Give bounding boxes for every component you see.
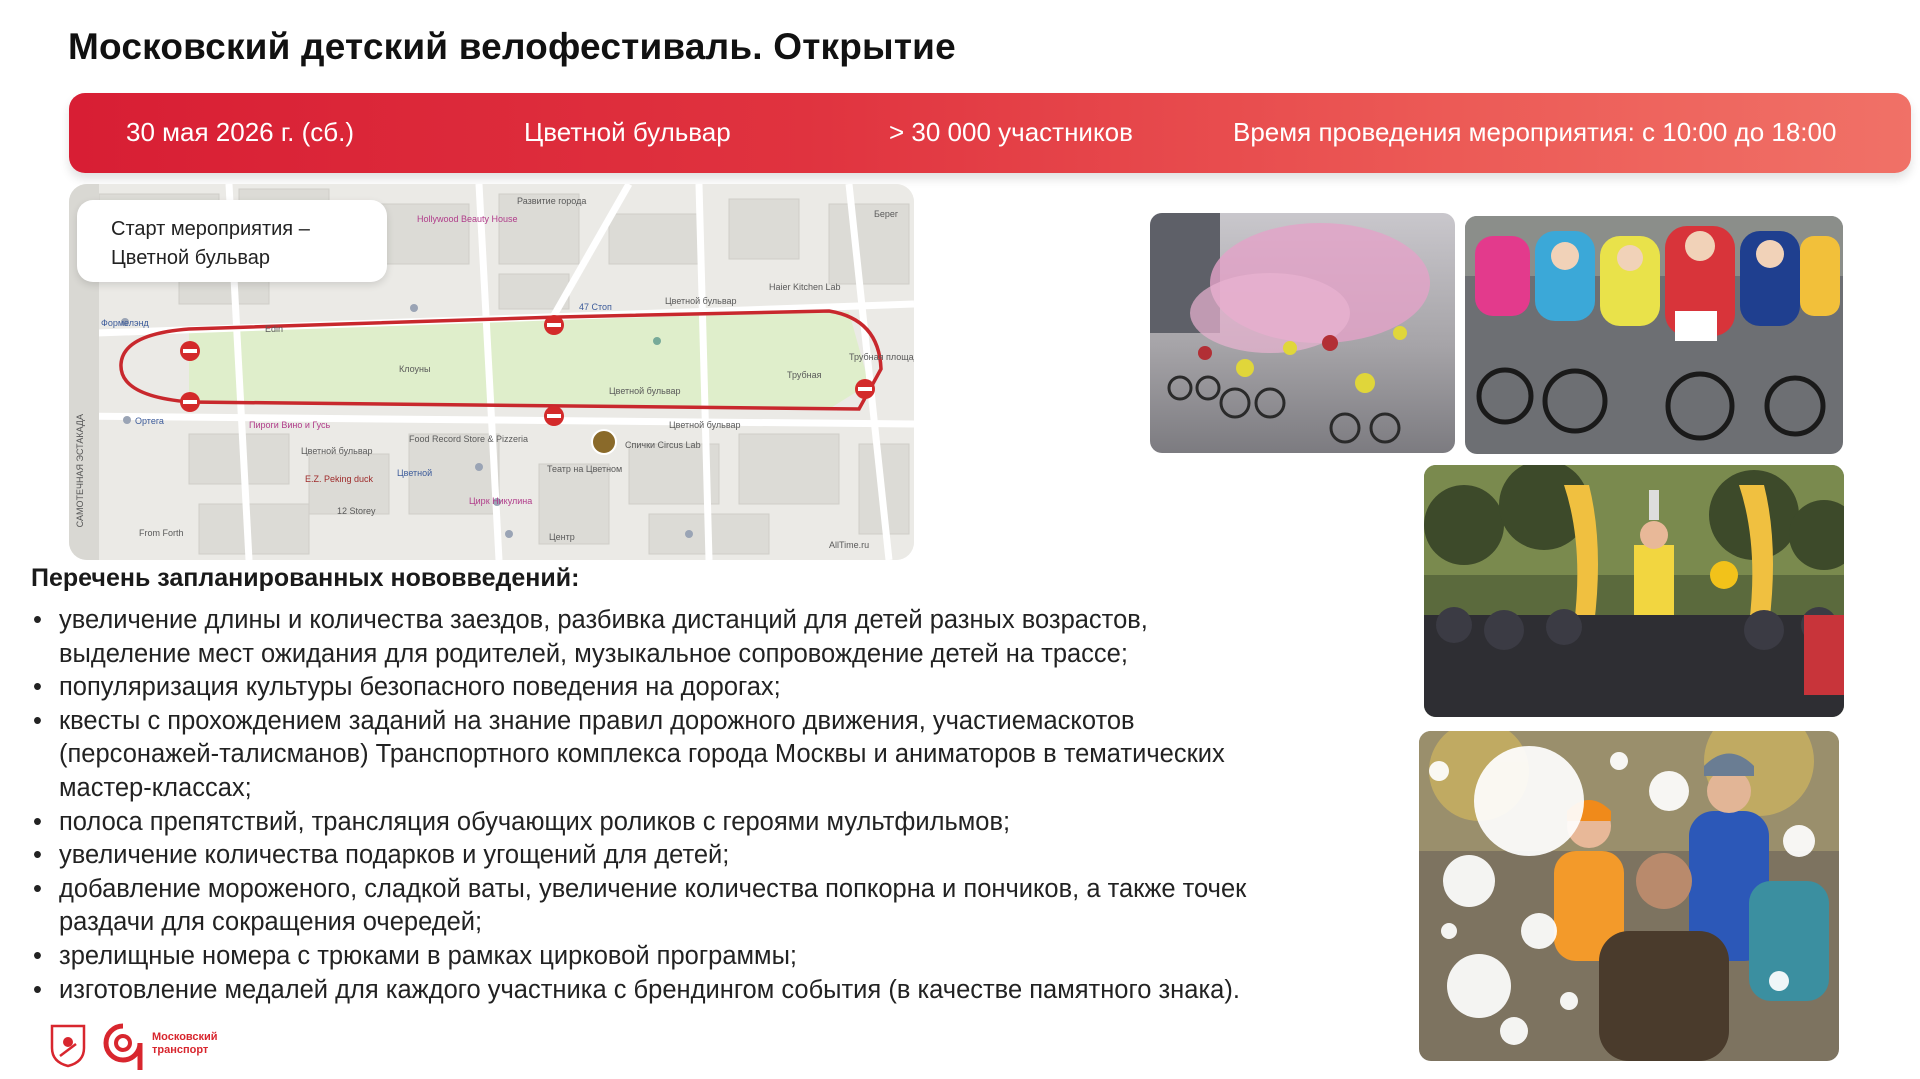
logo-line1: Московский: [152, 1031, 218, 1043]
event-time: Время проведения мероприятия: с 10:00 до…: [1233, 117, 1837, 147]
map-label: Цветной бульвар: [301, 446, 373, 456]
map-label: Цветной бульвар: [609, 386, 681, 396]
map-label: Развитие города: [517, 196, 587, 206]
map-label: From Forth: [139, 528, 184, 538]
map-label: AllTime.ru: [829, 540, 870, 550]
map-label: Формелэнд: [101, 318, 149, 328]
event-place: Цветной бульвар: [524, 117, 731, 147]
innovation-item: квесты с прохождением заданий на знание …: [31, 705, 1411, 806]
map-label: Театр на Цветном: [547, 464, 623, 474]
map-label: Haier Kitchen Lab: [769, 282, 841, 292]
innovation-item-line: зрелищные номера с трюками в рамках цирк…: [59, 941, 797, 970]
innovation-item-line: полоса препятствий, трансляция обучающих…: [59, 807, 1011, 836]
map-label: Ортега: [135, 416, 164, 426]
innovation-item: увеличение количества подарков и угощени…: [31, 839, 1411, 873]
map-label: 12 Storey: [337, 506, 376, 516]
moscow-transport-logo-icon: [103, 1023, 143, 1070]
map-label: Цветной бульвар: [669, 420, 741, 430]
map-note-line2: Цветной бульвар: [111, 247, 271, 269]
photo-kids-on-bikes: [1465, 216, 1843, 454]
map-label: Edin: [265, 324, 284, 334]
logo-line2: транспорт: [152, 1044, 209, 1056]
moscow-crest-icon: [50, 1024, 86, 1068]
map-label: E.Z. Peking duck: [305, 474, 374, 484]
photo-circus-performer: [1424, 465, 1844, 717]
innovation-item-line: изготовление медалей для каждого участни…: [59, 975, 1240, 1004]
event-participants: > 30 000 участников: [889, 117, 1133, 147]
map-label: Пироги Вино и Гусь: [249, 420, 331, 430]
innovation-item-line: (персонажей-талисманов) Транспортного ко…: [59, 740, 1225, 769]
innovations-heading: Перечень запланированных нововведений:: [31, 564, 580, 592]
map-label: Трубная: [787, 370, 822, 380]
map-label: Цветной: [397, 468, 433, 478]
innovation-item-line: мастер-классах;: [59, 773, 252, 802]
innovation-item: полоса препятствий, трансляция обучающих…: [31, 806, 1411, 840]
innovation-item-line: добавление мороженого, сладкой ваты, уве…: [59, 874, 1247, 903]
innovation-item: изготовление медалей для каждого участни…: [31, 974, 1411, 1008]
map-label: Hollywood Beauty House: [417, 214, 518, 224]
map-label: Цирк Никулина: [469, 496, 533, 506]
map-label: Food Record Store & Pizzeria: [409, 434, 529, 444]
map-label: 47 Стоп: [579, 302, 612, 312]
moscow-transport-logo-text: Московский транспорт: [152, 1031, 218, 1057]
photo-cyclists-smoke: [1150, 213, 1455, 453]
innovation-item-line: раздачи для сокращения очередей;: [59, 908, 483, 937]
page-title: Московский детский велофестиваль. Открыт…: [68, 26, 956, 67]
innovation-item: зрелищные номера с трюками в рамках цирк…: [31, 940, 1411, 974]
innovation-item-line: увеличение количества подарков и угощени…: [59, 841, 730, 870]
innovation-item: популяризация культуры безопасного повед…: [31, 671, 1411, 705]
map-label: Спички Circus Lab: [625, 440, 701, 450]
map-label-vertical: САМОТЕЧНАЯ ЭСТАКАДА: [75, 414, 85, 528]
innovation-item-line: квесты с прохождением заданий на знание …: [59, 706, 1135, 735]
route-map: Старт мероприятия – Цветной бульвар Holl…: [69, 184, 914, 560]
map-label: Цветной бульвар: [665, 296, 737, 306]
event-date: 30 мая 2026 г. (сб.): [126, 117, 355, 147]
map-note-line1: Старт мероприятия –: [111, 218, 310, 240]
innovation-item: добавление мороженого, сладкой ваты, уве…: [31, 873, 1411, 940]
map-start-note: Старт мероприятия – Цветной бульвар: [77, 200, 387, 282]
innovation-item-line: популяризация культуры безопасного повед…: [59, 673, 781, 702]
map-label: Берег: [874, 209, 899, 219]
innovation-item: увеличение длины и количества заездов, р…: [31, 604, 1411, 671]
innovations-list: увеличение длины и количества заездов, р…: [31, 604, 1411, 1007]
innovation-item-line: выделение мест ожидания для родителей, м…: [59, 639, 1128, 668]
map-label: Центр: [549, 532, 575, 542]
map-label: Клоуны: [399, 364, 431, 374]
map-label: Трубная площадь: [849, 352, 914, 362]
info-banner: 30 мая 2026 г. (сб.) Цветной бульвар > 3…: [69, 93, 1911, 173]
innovation-item-line: увеличение длины и количества заездов, р…: [59, 606, 1148, 634]
photo-bubbles-crowd: [1419, 731, 1839, 1061]
